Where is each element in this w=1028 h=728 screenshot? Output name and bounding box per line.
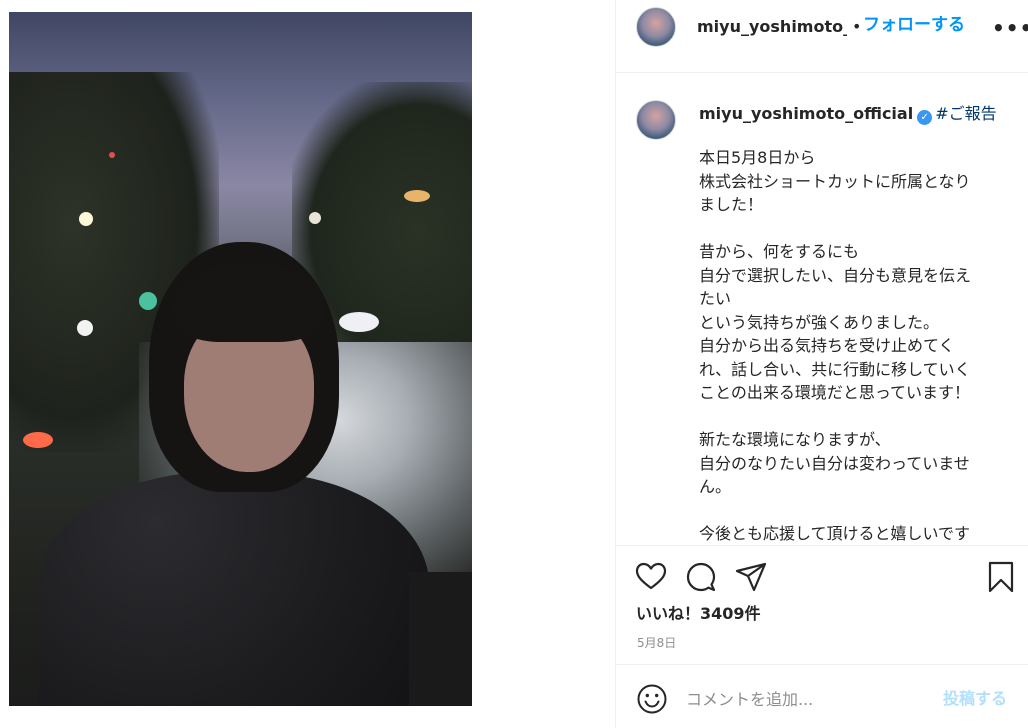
likes-count[interactable]: いいね！3409件 — [636, 602, 761, 626]
caption-section: miyu_yoshimoto_official ✓ #ご報告 本日5月8日から 株式… — [616, 74, 1028, 546]
photo-bokeh-light — [309, 212, 321, 224]
photo-person-bangs — [174, 262, 324, 342]
photo-bokeh-light — [109, 152, 115, 158]
avatar[interactable] — [636, 7, 676, 47]
post-header: miyu_yoshimoto_o • フォローする ••• — [616, 0, 1028, 73]
emoji-icon[interactable] — [636, 683, 668, 715]
caption-username[interactable]: miyu_yoshimoto_official — [699, 104, 913, 123]
separator-dot: • — [852, 17, 862, 36]
more-options-icon[interactable]: ••• — [992, 18, 1028, 38]
caption-avatar[interactable] — [636, 100, 676, 140]
comment-icon[interactable] — [684, 560, 718, 594]
photo-bokeh-light — [77, 320, 93, 336]
caption-text: 本日5月8日から 株式会社ショートカットに所属となり ました！ 昔から、何をする… — [699, 148, 972, 543]
post-comment-button[interactable]: 投稿する — [943, 688, 1007, 710]
photo-railing — [409, 572, 472, 706]
caption-hashtag-link[interactable]: #ご報告 — [935, 104, 996, 123]
photo-bokeh-light — [139, 292, 157, 310]
photo-bokeh-light — [404, 190, 430, 202]
photo-bokeh-light — [23, 432, 53, 448]
caption-header: miyu_yoshimoto_official ✓ #ご報告 — [699, 102, 997, 126]
photo-person-sweater — [39, 472, 429, 706]
post-side-panel: miyu_yoshimoto_o • フォローする ••• miyu_yoshi… — [615, 0, 1028, 728]
verified-badge-icon: ✓ — [917, 110, 933, 125]
post-photo[interactable] — [9, 12, 472, 706]
post-media-area — [0, 0, 615, 728]
comment-input[interactable] — [686, 685, 936, 713]
header-username[interactable]: miyu_yoshimoto_o — [697, 15, 847, 39]
share-icon[interactable] — [734, 560, 768, 594]
heart-icon[interactable] — [634, 560, 668, 594]
post-date[interactable]: 5月8日 — [637, 635, 676, 651]
photo-bokeh-light — [79, 212, 93, 226]
photo-bokeh-light — [339, 312, 379, 332]
follow-button[interactable]: フォローする — [863, 13, 965, 37]
action-bar — [616, 560, 1028, 596]
comment-bar: 投稿する — [616, 664, 1028, 728]
bookmark-icon[interactable] — [984, 560, 1018, 594]
